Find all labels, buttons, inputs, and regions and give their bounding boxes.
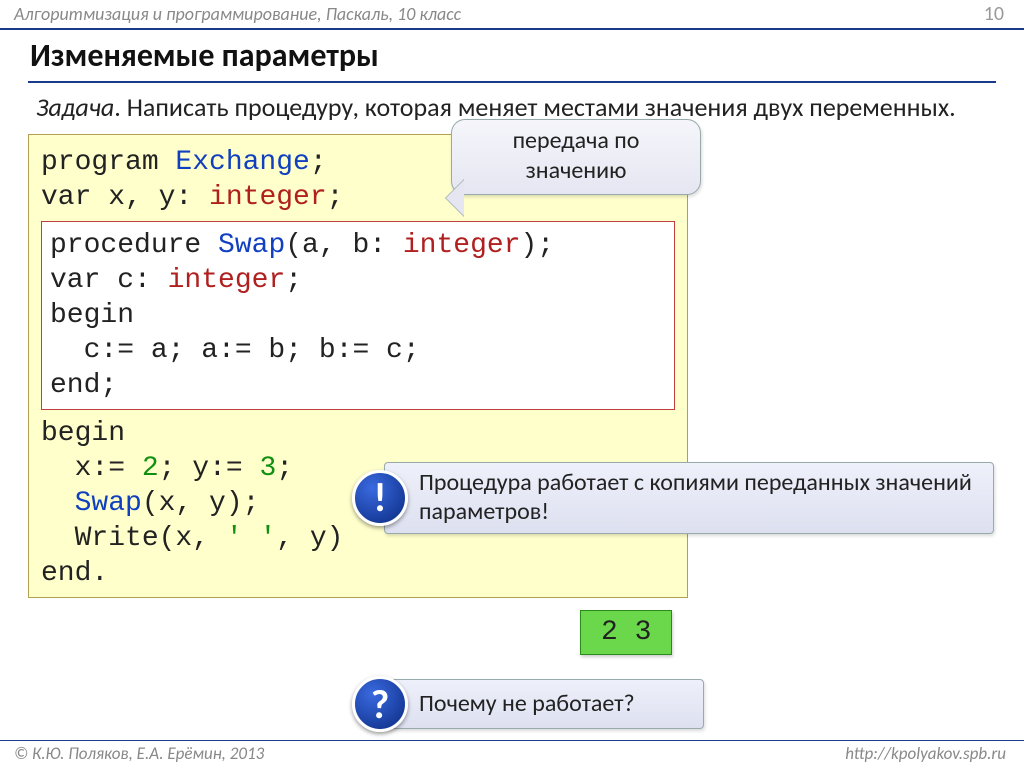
- header-bar: Алгоритмизация и программирование, Паска…: [0, 0, 1024, 28]
- question-icon: ?: [352, 676, 408, 732]
- code-line: end.: [41, 556, 675, 591]
- code-line: begin: [50, 298, 666, 333]
- task-label: Задача: [36, 91, 114, 123]
- footer-bar: © К.Ю. Поляков, Е.А. Ерёмин, 2013 http:/…: [0, 740, 1024, 768]
- footer-copyright: © К.Ю. Поляков, Е.А. Ерёмин, 2013: [14, 743, 264, 764]
- code-block-inner: procedure Swap(a, b: integer); var c: in…: [41, 221, 675, 410]
- page-number: 10: [984, 2, 1004, 26]
- code-line: c:= a; a:= b; b:= c;: [50, 333, 666, 368]
- note-why-not-working: ? Почему не работает?: [352, 676, 704, 732]
- exclamation-icon: !: [352, 470, 408, 526]
- note-copies: ! Процедура работает с копиями переданны…: [352, 462, 994, 534]
- code-line: end;: [50, 368, 666, 403]
- code-line: var c: integer;: [50, 263, 666, 298]
- breadcrumb: Алгоритмизация и программирование, Паска…: [14, 3, 461, 25]
- note-copies-text: Процедура работает с копиями переданных …: [384, 462, 994, 534]
- output-result: 2 3: [580, 610, 672, 655]
- code-line: begin: [41, 416, 675, 451]
- callout-pass-by-value: передача по значению: [451, 119, 701, 195]
- note-why-text: Почему не работает?: [384, 679, 704, 730]
- code-line: procedure Swap(a, b: integer);: [50, 228, 666, 263]
- footer-url: http://kpolyakov.spb.ru: [845, 743, 1006, 764]
- page-title: Изменяемые параметры: [28, 36, 996, 83]
